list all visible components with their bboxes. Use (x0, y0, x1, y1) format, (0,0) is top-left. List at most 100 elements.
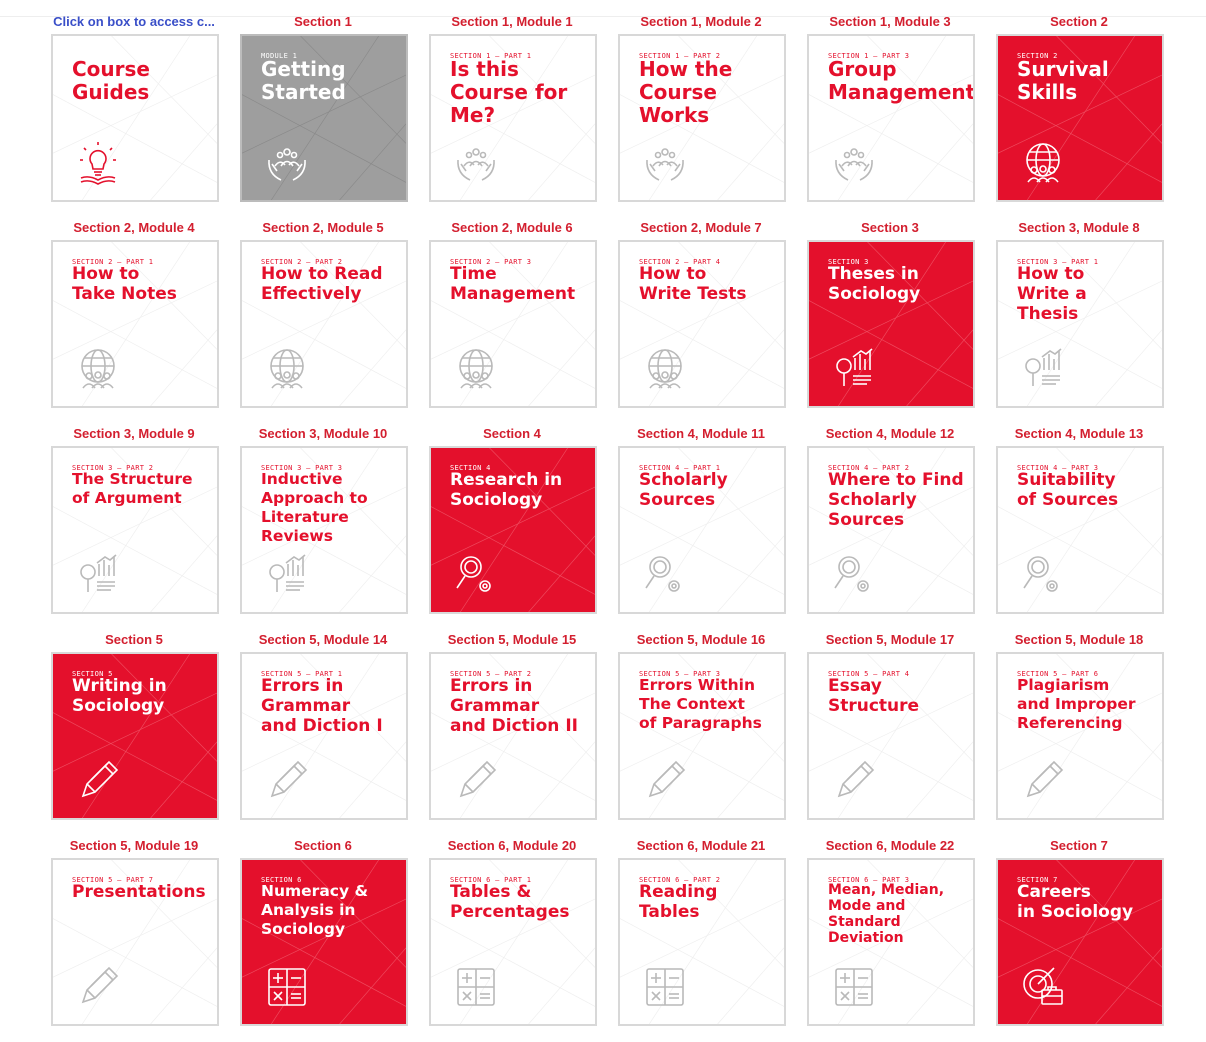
magnifier-gear-icon (453, 552, 499, 598)
magnifier-gear-icon (831, 552, 877, 598)
module-card-group-management[interactable]: SECTION 1 – PART 3 Group Management (807, 34, 975, 202)
module-card-essay-structure[interactable]: SECTION 5 – PART 4 Essay Structure (807, 652, 975, 820)
grid-cell: Section 7 SECTION 7 Careers in Sociology (993, 836, 1165, 1042)
grid-cell: Section 3 SECTION 3 Theses in Sociology (804, 218, 976, 424)
cell-label: Section 3, Module 8 (1018, 220, 1140, 235)
card-title: Time Management (450, 264, 576, 304)
cell-label: Section 5, Module 19 (69, 838, 199, 853)
module-card-errors-in-grammar-and-diction-ii[interactable]: SECTION 5 – PART 2 Errors in Grammar and … (429, 652, 597, 820)
people-hands-icon (831, 140, 877, 186)
magnifier-chart-icon (75, 552, 121, 598)
card-title: Errors Within The Context of Paragraphs (639, 676, 762, 732)
card-title: Theses in Sociology (828, 264, 921, 304)
pencil-icon (642, 758, 688, 804)
card-title: Survival Skills (1017, 57, 1109, 104)
grid-cell: Section 2, Module 6 SECTION 2 – PART 3 Ti… (426, 218, 598, 424)
module-card-presentations[interactable]: SECTION 5 – PART 7 Presentations (51, 858, 219, 1026)
pencil-icon (264, 758, 310, 804)
card-title: Getting Started (261, 57, 346, 104)
module-card-errors-within-the-context-of-paragraphs[interactable]: SECTION 5 – PART 3 Errors Within The Cont… (618, 652, 786, 820)
module-card-reading-tables[interactable]: SECTION 6 – PART 2 Reading Tables (618, 858, 786, 1026)
grid-cell: Section 5, Module 18 SECTION 5 – PART 6P… (993, 630, 1165, 836)
grid-cell: Section 5, Module 17 SECTION 5 – PART 4E… (804, 630, 976, 836)
grid-cell: Section 2, Module 7 SECTION 2 – PART 4 Ho… (615, 218, 787, 424)
globe-people-icon (1020, 140, 1066, 186)
grid-cell: Section 5, Module 15 SECTION 5 – PART 2E… (426, 630, 598, 836)
module-card-writing-in-sociology[interactable]: SECTION 5 Writing in Sociology (51, 652, 219, 820)
cell-label: Section 5, Module 18 (1014, 632, 1144, 647)
module-card-how-to-take-notes[interactable]: SECTION 2 – PART 1 How to Take Notes (51, 240, 219, 408)
magnifier-chart-icon (831, 346, 877, 392)
cell-label: Section 1, Module 1 (451, 14, 573, 29)
magnifier-gear-icon (642, 552, 688, 598)
calculator-icon (642, 964, 688, 1010)
module-card-suitability-of-sources[interactable]: SECTION 4 – PART 3 Suitability of Sources (996, 446, 1164, 614)
card-title: Careers in Sociology (1017, 882, 1134, 922)
pencil-icon (1020, 758, 1066, 804)
card-title: The Structure of Argument (72, 470, 193, 507)
cell-label: Section 3, Module 10 (258, 426, 388, 441)
calculator-icon (831, 964, 877, 1010)
module-card-how-the-course-works[interactable]: SECTION 1 – PART 2 How the Course Works (618, 34, 786, 202)
grid-cell: Section 6, Module 22 SECTION 6 – PART 3M… (804, 836, 976, 1042)
lightbulb-book-icon (75, 140, 121, 186)
module-card-tables-percentages[interactable]: SECTION 6 – PART 1 Tables & Percentages (429, 858, 597, 1026)
module-card-numeracy-analysis-in-sociology[interactable]: SECTION 6 Numeracy & Analysis in Sociolog… (240, 858, 408, 1026)
card-title: How to Take Notes (72, 264, 177, 304)
cell-label: Section 4, Module 13 (1014, 426, 1144, 441)
magnifier-gear-icon (1020, 552, 1066, 598)
cell-label: Section 2, Module 5 (262, 220, 384, 235)
module-card-where-to-find-scholarly-sources[interactable]: SECTION 4 – PART 2 Where to Find Scholarl… (807, 446, 975, 614)
module-card-errors-in-grammar-and-diction-i[interactable]: SECTION 5 – PART 1 Errors in Grammar and … (240, 652, 408, 820)
module-card-survival-skills[interactable]: SECTION 2 Survival Skills (996, 34, 1164, 202)
card-title: Numeracy & Analysis in Sociology (261, 882, 368, 938)
cell-label: Section 2, Module 4 (73, 220, 195, 235)
cell-label: Section 3 (861, 220, 919, 235)
module-card-is-this-course-for-me[interactable]: SECTION 1 – PART 1 Is this Course for Me? (429, 34, 597, 202)
cell-label: Section 2, Module 7 (640, 220, 762, 235)
cell-label: Section 2 (1050, 14, 1108, 29)
module-card-careers-in-sociology[interactable]: SECTION 7 Careers in Sociology (996, 858, 1164, 1026)
module-card-theses-in-sociology[interactable]: SECTION 3 Theses in Sociology (807, 240, 975, 408)
grid-cell: Section 5, Module 16 SECTION 5 – PART 3E… (615, 630, 787, 836)
cell-label: Section 6, Module 20 (447, 838, 577, 853)
module-grid: Click on box to access c... Course Guide… (48, 12, 1165, 1042)
cell-label: Section 6 (294, 838, 352, 853)
module-card-time-management[interactable]: SECTION 2 – PART 3 Time Management (429, 240, 597, 408)
cell-label: Section 5, Module 14 (258, 632, 388, 647)
instruction-link[interactable]: Click on box to access c... (48, 14, 220, 29)
grid-cell: Section 2 SECTION 2 Survival Skills (993, 12, 1165, 218)
grid-cell: Section 5, Module 14 SECTION 5 – PART 1E… (237, 630, 409, 836)
module-card-how-to-write-a-thesis[interactable]: SECTION 3 – PART 1 How to Write a Thesis (996, 240, 1164, 408)
people-hands-icon (264, 140, 310, 186)
cell-label: Section 5, Module 16 (636, 632, 766, 647)
module-card-plagiarism-and-improper-referencing[interactable]: SECTION 5 – PART 6 Plagiarism and Imprope… (996, 652, 1164, 820)
module-card-research-in-sociology[interactable]: SECTION 4 Research in Sociology (429, 446, 597, 614)
module-card-scholarly-sources[interactable]: SECTION 4 – PART 1 Scholarly Sources (618, 446, 786, 614)
card-title: Suitability of Sources (1017, 470, 1119, 510)
grid-cell: Section 6, Module 20 SECTION 6 – PART 1T… (426, 836, 598, 1042)
cell-label: Section 5, Module 15 (447, 632, 577, 647)
card-title: Tables & Percentages (450, 882, 570, 922)
card-title: Inductive Approach to Literature Reviews (261, 470, 368, 545)
card-title: How to Write Tests (639, 264, 747, 304)
module-card-getting-started[interactable]: MODULE 1 Getting Started (240, 34, 408, 202)
grid-cell: Section 3, Module 8 SECTION 3 – PART 1 Ho… (993, 218, 1165, 424)
card-title: Group Management (828, 57, 975, 104)
card-title: How the Course Works (639, 57, 733, 127)
module-card-mean-median-mode-and-standard-deviation[interactable]: SECTION 6 – PART 3 Mean, Median, Mode and… (807, 858, 975, 1026)
grid-cell: Section 6 SECTION 6 Numeracy & Analysis i… (237, 836, 409, 1042)
module-card-how-to-read-effectively[interactable]: SECTION 2 – PART 2 How to Read Effectivel… (240, 240, 408, 408)
globe-people-icon (642, 346, 688, 392)
grid-cell: Section 4 SECTION 4 Research in Sociology (426, 424, 598, 630)
cell-label: Section 1, Module 2 (640, 14, 762, 29)
module-card-course-guides[interactable]: Course Guides (51, 34, 219, 202)
cell-label: Section 4, Module 12 (825, 426, 955, 441)
grid-cell: Section 1 MODULE 1 Getting Started (237, 12, 409, 218)
module-card-how-to-write-tests[interactable]: SECTION 2 – PART 4 How to Write Tests (618, 240, 786, 408)
grid-cell: Section 5, Module 19 SECTION 5 – PART 7P… (48, 836, 220, 1042)
module-card-the-structure-of-argument[interactable]: SECTION 3 – PART 2 The Structure of Argum… (51, 446, 219, 614)
cell-label: Section 7 (1050, 838, 1108, 853)
globe-people-icon (264, 346, 310, 392)
module-card-inductive-approach-to-literature-reviews[interactable]: SECTION 3 – PART 3 Inductive Approach to … (240, 446, 408, 614)
